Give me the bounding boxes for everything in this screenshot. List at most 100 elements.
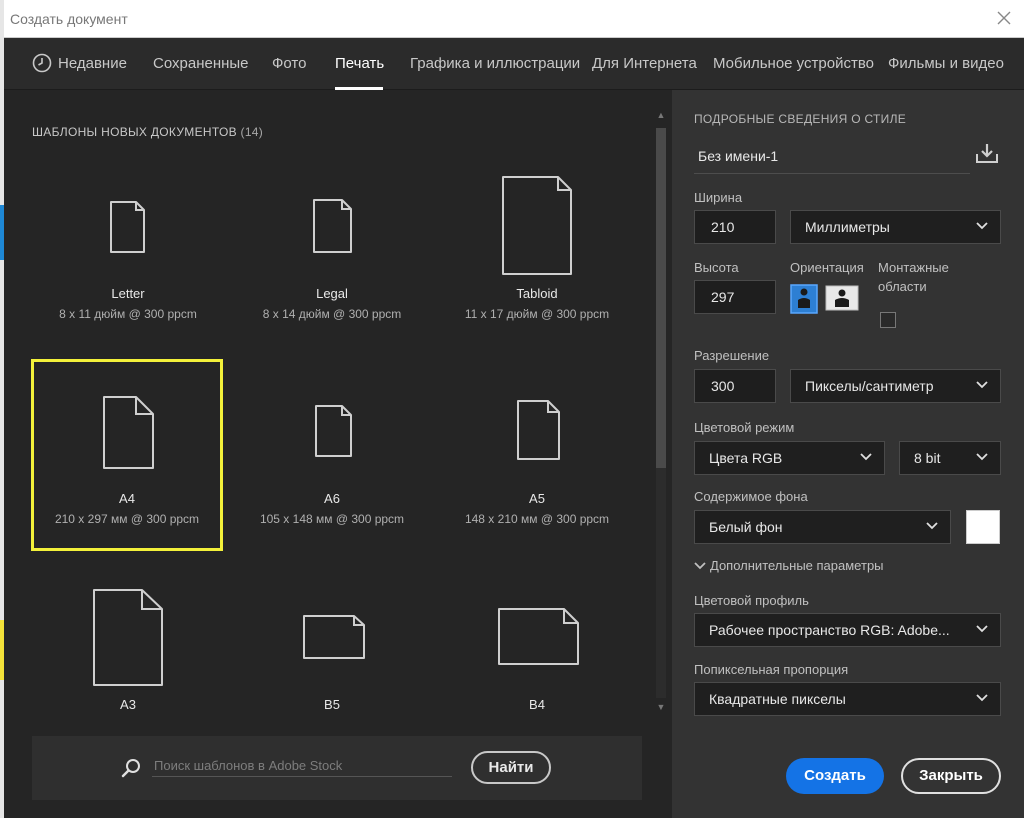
- background-label: Содержимое фона: [694, 489, 808, 504]
- stock-search-input[interactable]: Поиск шаблонов в Adobe Stock: [152, 755, 452, 777]
- templates-heading-text: ШАБЛОНЫ НОВЫХ ДОКУМЕНТОВ: [32, 125, 237, 139]
- bit-depth-value: 8 bit: [914, 450, 941, 466]
- artboards-checkbox[interactable]: [880, 312, 896, 328]
- template-size: 148 x 210 мм @ 300 ppcm: [464, 512, 610, 526]
- advanced-options-label: Дополнительные параметры: [710, 558, 884, 573]
- clock-icon: [32, 53, 52, 73]
- template-letter[interactable]: Letter 8 x 11 дюйм @ 300 ppcm: [32, 170, 224, 362]
- chevron-down-icon: [976, 222, 988, 230]
- color-profile-label: Цветовой профиль: [694, 593, 809, 608]
- bit-depth-select[interactable]: 8 bit: [899, 441, 1001, 475]
- tab-photo[interactable]: Фото: [272, 55, 306, 72]
- template-name: Letter: [111, 286, 145, 301]
- search-icon: [121, 759, 140, 778]
- template-name: B5: [324, 697, 340, 712]
- pixel-aspect-select[interactable]: Квадратные пикселы: [694, 682, 1001, 716]
- tab-mobile[interactable]: Мобильное устройство: [713, 55, 874, 72]
- color-profile-value: Рабочее пространство RGB: Adobe...: [709, 622, 950, 638]
- template-name: B4: [529, 697, 545, 712]
- create-button[interactable]: Создать: [786, 758, 884, 794]
- portrait-icon[interactable]: [790, 284, 818, 314]
- width-unit-value: Миллиметры: [805, 219, 890, 235]
- document-icon: [502, 176, 572, 275]
- advanced-options-toggle[interactable]: Дополнительные параметры: [694, 558, 884, 573]
- resolution-unit-value: Пикселы/сантиметр: [805, 378, 934, 394]
- save-preset-icon[interactable]: [974, 140, 1000, 166]
- templates-pane: ШАБЛОНЫ НОВЫХ ДОКУМЕНТОВ (14) Letter 8 x…: [4, 90, 672, 818]
- tab-print[interactable]: Печать: [335, 55, 384, 72]
- category-tabs: Недавние Сохраненные Фото Печать Графика…: [4, 38, 1024, 90]
- tab-saved[interactable]: Сохраненные: [153, 55, 249, 72]
- window-title: Создать документ: [10, 11, 128, 27]
- stock-search-bar: Поиск шаблонов в Adobe Stock Найти: [32, 736, 642, 800]
- close-icon[interactable]: [994, 8, 1014, 28]
- template-size: 210 x 297 мм @ 300 ppcm: [54, 512, 200, 526]
- color-profile-select[interactable]: Рабочее пространство RGB: Adobe...: [694, 613, 1001, 647]
- width-unit-select[interactable]: Миллиметры: [790, 210, 1001, 244]
- color-mode-select[interactable]: Цвета RGB: [694, 441, 885, 475]
- color-mode-value: Цвета RGB: [709, 450, 783, 466]
- landscape-icon[interactable]: [825, 285, 859, 313]
- resolution-label: Разрешение: [694, 348, 770, 363]
- template-name: A3: [120, 697, 136, 712]
- pixel-aspect-value: Квадратные пикселы: [709, 691, 846, 707]
- template-name: Tabloid: [516, 286, 558, 301]
- chevron-down-icon: [694, 562, 706, 570]
- template-a3[interactable]: A3: [32, 570, 224, 720]
- template-name: A5: [529, 491, 545, 506]
- close-button[interactable]: Закрыть: [901, 758, 1001, 794]
- chevron-down-icon: [976, 625, 988, 633]
- chevron-down-icon: [860, 453, 872, 461]
- tab-web[interactable]: Для Интернета: [592, 55, 697, 72]
- template-a4[interactable]: A4 210 x 297 мм @ 300 ppcm: [31, 359, 223, 551]
- templates-heading: ШАБЛОНЫ НОВЫХ ДОКУМЕНТОВ (14): [32, 125, 263, 139]
- width-label: Ширина: [694, 190, 743, 205]
- background-color-swatch[interactable]: [966, 510, 1000, 544]
- templates-count: (14): [240, 125, 264, 139]
- template-size: 11 x 17 дюйм @ 300 ppcm: [464, 307, 610, 321]
- artboards-label-2: области: [878, 279, 927, 294]
- find-button[interactable]: Найти: [471, 751, 551, 784]
- template-b4[interactable]: B4: [441, 570, 633, 720]
- scroll-thumb[interactable]: [656, 128, 666, 468]
- chevron-down-icon: [976, 453, 988, 461]
- height-input[interactable]: 297: [694, 280, 776, 314]
- template-a5[interactable]: A5 148 x 210 мм @ 300 ppcm: [441, 359, 633, 551]
- background-select[interactable]: Белый фон: [694, 510, 951, 544]
- chevron-down-icon: [976, 381, 988, 389]
- color-mode-label: Цветовой режим: [694, 420, 795, 435]
- document-name-input[interactable]: Без имени-1: [694, 142, 970, 174]
- chevron-down-icon: [976, 694, 988, 702]
- orientation-label: Ориентация: [790, 260, 864, 275]
- scroll-down-arrow[interactable]: ▼: [656, 702, 666, 712]
- resolution-unit-select[interactable]: Пикселы/сантиметр: [790, 369, 1001, 403]
- tab-graphics[interactable]: Графика и иллюстрации: [410, 55, 580, 72]
- details-heading: ПОДРОБНЫЕ СВЕДЕНИЯ О СТИЛЕ: [694, 112, 907, 126]
- chevron-down-icon: [926, 522, 938, 530]
- background-value: Белый фон: [709, 519, 783, 535]
- artboards-label: Монтажные: [878, 260, 949, 275]
- document-icon: [110, 201, 145, 253]
- tab-recent[interactable]: Недавние: [58, 55, 127, 72]
- pixel-aspect-label: Попиксельная пропорция: [694, 662, 849, 677]
- template-tabloid[interactable]: Tabloid 11 x 17 дюйм @ 300 ppcm: [441, 170, 633, 362]
- create-document-dialog: Создать документ Недавние Сохраненные Фо…: [4, 0, 1024, 818]
- template-name: A6: [324, 491, 340, 506]
- preset-details-panel: ПОДРОБНЫЕ СВЕДЕНИЯ О СТИЛЕ Без имени-1 Ш…: [672, 90, 1024, 818]
- template-a6[interactable]: A6 105 x 148 мм @ 300 ppcm: [236, 359, 428, 551]
- scroll-up-arrow[interactable]: ▲: [656, 110, 666, 120]
- document-icon: [313, 199, 352, 253]
- resolution-input[interactable]: 300: [694, 369, 776, 403]
- height-label: Высота: [694, 260, 739, 275]
- template-name: A4: [119, 491, 135, 506]
- templates-scrollbar[interactable]: ▲ ▼: [654, 108, 668, 718]
- template-legal[interactable]: Legal 8 x 14 дюйм @ 300 ppcm: [236, 170, 428, 362]
- template-size: 8 x 11 дюйм @ 300 ppcm: [59, 307, 197, 321]
- width-input[interactable]: 210: [694, 210, 776, 244]
- title-bar: Создать документ: [4, 0, 1024, 38]
- tab-film-video[interactable]: Фильмы и видео: [888, 55, 1004, 72]
- template-size: 8 x 14 дюйм @ 300 ppcm: [262, 307, 402, 321]
- template-name: Legal: [316, 286, 348, 301]
- template-b5[interactable]: B5: [236, 570, 428, 720]
- template-size: 105 x 148 мм @ 300 ppcm: [259, 512, 405, 526]
